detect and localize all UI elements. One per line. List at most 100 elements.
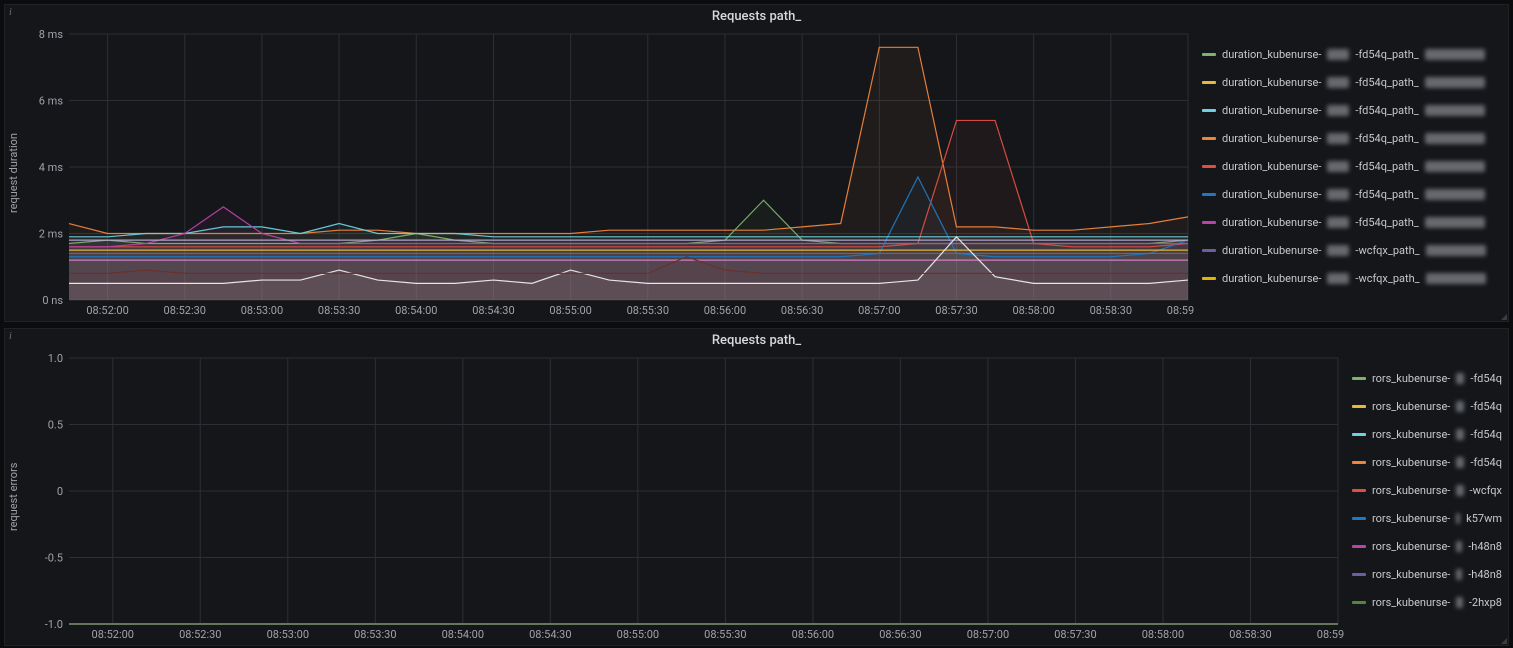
- legend-label: duration_kubenurse-: [1222, 132, 1321, 145]
- legend-swatch: [1202, 193, 1216, 196]
- legend-swatch: [1352, 461, 1366, 464]
- chart-errors[interactable]: -1.0 -0.5 0 0.5 1.0 08:52:00 08:52:30 08:53:00 0…: [23, 350, 1344, 644]
- legend-item[interactable]: rors_kubenurse--h48n8: [1352, 532, 1502, 560]
- legend-swatch: [1202, 53, 1216, 56]
- legend-label: rors_kubenurse-: [1372, 596, 1450, 609]
- legend-swatch: [1202, 249, 1216, 252]
- legend-item[interactable]: duration_kubenurse--fd54q_path_: [1202, 152, 1502, 180]
- legend-item[interactable]: duration_kubenurse--wcfqx_path_: [1202, 236, 1502, 264]
- legend-label: rors_kubenurse-: [1372, 540, 1450, 553]
- legend-item[interactable]: rors_kubenurse-k57wm: [1352, 504, 1502, 532]
- svg-text:4 ms: 4 ms: [39, 161, 64, 174]
- panel-info-icon[interactable]: i: [9, 331, 12, 342]
- legend-item[interactable]: rors_kubenurse--wcfqx: [1352, 476, 1502, 504]
- legend-item[interactable]: rors_kubenurse--fd54q: [1352, 364, 1502, 392]
- svg-text:08:55:30: 08:55:30: [704, 628, 746, 641]
- svg-text:08:55:30: 08:55:30: [627, 304, 669, 317]
- svg-text:08:54:30: 08:54:30: [529, 628, 571, 641]
- legend-label: rors_kubenurse-: [1372, 512, 1450, 525]
- resize-handle[interactable]: [1498, 311, 1508, 321]
- panel-title[interactable]: Requests path_: [5, 5, 1508, 26]
- svg-text:08:52:00: 08:52:00: [86, 304, 128, 317]
- legend-item[interactable]: duration_kubenurse--fd54q_path_: [1202, 124, 1502, 152]
- svg-text:-1.0: -1.0: [45, 618, 63, 631]
- legend-label: rors_kubenurse-: [1372, 372, 1450, 385]
- svg-text:08:57:30: 08:57:30: [1054, 628, 1096, 641]
- legend-label: duration_kubenurse-: [1222, 104, 1321, 117]
- legend-item[interactable]: duration_kubenurse--wcfqx_path_: [1202, 264, 1502, 292]
- legend-item[interactable]: rors_kubenurse--fd54q: [1352, 448, 1502, 476]
- legend-item[interactable]: rors_kubenurse--fd54q: [1352, 392, 1502, 420]
- chart-duration[interactable]: 0 ns2 ms4 ms6 ms8 ms08:52:0008:52:3008:5…: [23, 26, 1194, 320]
- legend-swatch: [1352, 377, 1366, 380]
- legend-swatch: [1352, 601, 1366, 604]
- svg-text:0 ns: 0 ns: [42, 294, 63, 307]
- svg-text:08:55:00: 08:55:00: [549, 304, 591, 317]
- svg-text:08:57:00: 08:57:00: [858, 304, 900, 317]
- legend-label: duration_kubenurse-: [1222, 160, 1321, 173]
- legend-item[interactable]: rors_kubenurse--h48n8: [1352, 560, 1502, 588]
- legend-item[interactable]: rors_kubenurse--2hxp8: [1352, 588, 1502, 616]
- legend-swatch: [1352, 545, 1366, 548]
- svg-text:08:56:30: 08:56:30: [781, 304, 823, 317]
- svg-text:-0.5: -0.5: [45, 552, 63, 565]
- svg-text:8 ms: 8 ms: [39, 28, 64, 41]
- svg-text:08:58:00: 08:58:00: [1012, 304, 1054, 317]
- svg-text:08:57:00: 08:57:00: [967, 628, 1009, 641]
- legend-label: duration_kubenurse-: [1222, 188, 1321, 201]
- legend-swatch: [1202, 109, 1216, 112]
- svg-text:08:53:30: 08:53:30: [318, 304, 360, 317]
- svg-text:2 ms: 2 ms: [39, 228, 64, 241]
- panel-request-duration: i Requests path_ request duration 0 ns 2 …: [4, 4, 1509, 322]
- svg-text:08:52:30: 08:52:30: [179, 628, 221, 641]
- legend-item[interactable]: rors_kubenurse--fd54q: [1352, 420, 1502, 448]
- panel-request-errors: i Requests path_ request errors -1.0 -0.5…: [4, 328, 1509, 646]
- svg-text:08:56:30: 08:56:30: [879, 628, 921, 641]
- legend-swatch: [1352, 433, 1366, 436]
- svg-text:08:53:30: 08:53:30: [354, 628, 396, 641]
- legend-label: duration_kubenurse-: [1222, 272, 1321, 285]
- panel-title[interactable]: Requests path_: [5, 329, 1508, 350]
- legend-item[interactable]: duration_kubenurse--fd54q_path_: [1202, 68, 1502, 96]
- svg-text:0.5: 0.5: [48, 419, 63, 432]
- svg-text:0: 0: [57, 485, 63, 498]
- svg-text:08:52:00: 08:52:00: [92, 628, 134, 641]
- svg-text:08:53:00: 08:53:00: [241, 304, 283, 317]
- legend-swatch: [1202, 165, 1216, 168]
- svg-text:08:59:00: 08:59:00: [1317, 628, 1344, 641]
- legend-item[interactable]: duration_kubenurse--fd54q_path_: [1202, 96, 1502, 124]
- svg-text:08:56:00: 08:56:00: [704, 304, 746, 317]
- svg-text:08:54:00: 08:54:00: [395, 304, 437, 317]
- svg-text:08:55:00: 08:55:00: [617, 628, 659, 641]
- y-axis-label: request duration: [5, 26, 23, 320]
- legend-swatch: [1352, 517, 1366, 520]
- svg-text:08:57:30: 08:57:30: [935, 304, 977, 317]
- svg-text:6 ms: 6 ms: [39, 95, 64, 108]
- legend-label: duration_kubenurse-: [1222, 244, 1321, 257]
- svg-text:08:53:00: 08:53:00: [267, 628, 309, 641]
- legend-label: duration_kubenurse-: [1222, 48, 1321, 61]
- svg-text:08:58:30: 08:58:30: [1090, 304, 1132, 317]
- legend-swatch: [1352, 405, 1366, 408]
- legend-swatch: [1202, 81, 1216, 84]
- legend-swatch: [1202, 277, 1216, 280]
- panel-info-icon[interactable]: i: [9, 7, 12, 18]
- legend-item[interactable]: duration_kubenurse--fd54q_path_: [1202, 180, 1502, 208]
- legend-item[interactable]: duration_kubenurse--fd54q_path_: [1202, 208, 1502, 236]
- legend-duration: duration_kubenurse--fd54q_path_duration_…: [1194, 26, 1508, 320]
- legend-label: rors_kubenurse-: [1372, 484, 1450, 497]
- y-axis-label: request errors: [5, 350, 23, 644]
- svg-text:1.0: 1.0: [48, 352, 63, 365]
- legend-item[interactable]: duration_kubenurse--fd54q_path_: [1202, 40, 1502, 68]
- resize-handle[interactable]: [1498, 635, 1508, 645]
- legend-label: rors_kubenurse-: [1372, 568, 1450, 581]
- legend-label: rors_kubenurse-: [1372, 456, 1450, 469]
- legend-swatch: [1352, 573, 1366, 576]
- svg-text:08:54:00: 08:54:00: [442, 628, 484, 641]
- legend-swatch: [1352, 489, 1366, 492]
- legend-label: rors_kubenurse-: [1372, 400, 1450, 413]
- legend-swatch: [1202, 137, 1216, 140]
- svg-text:08:58:00: 08:58:00: [1142, 628, 1184, 641]
- svg-text:08:54:30: 08:54:30: [472, 304, 514, 317]
- legend-label: duration_kubenurse-: [1222, 76, 1321, 89]
